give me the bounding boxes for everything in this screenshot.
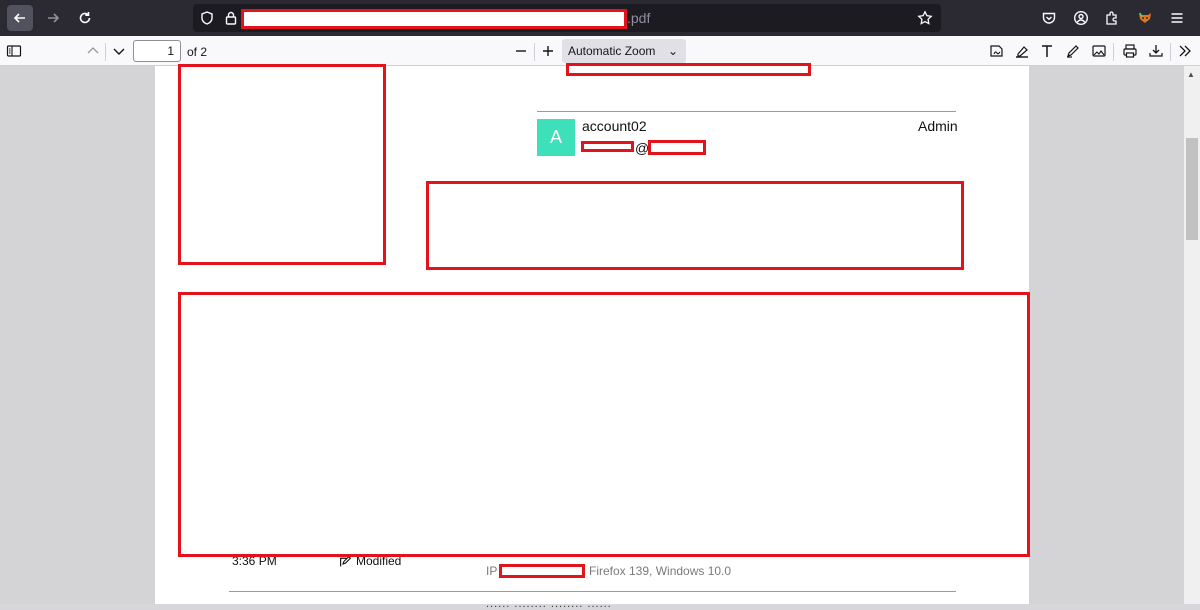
url-extension: .pdf bbox=[627, 10, 651, 26]
redacted-url bbox=[241, 9, 627, 29]
redacted-logo-block bbox=[178, 64, 386, 265]
redacted-ip-address bbox=[499, 564, 585, 578]
back-button[interactable] bbox=[7, 5, 33, 31]
page-number-input[interactable]: 1 bbox=[133, 40, 181, 62]
redacted-table-block bbox=[178, 292, 1030, 557]
account-role: Admin bbox=[918, 118, 958, 134]
fox-icon bbox=[1139, 12, 1151, 23]
reload-icon bbox=[79, 12, 91, 24]
add-text-button[interactable] bbox=[1038, 42, 1056, 60]
toolbar-divider bbox=[534, 43, 535, 61]
account-name: account02 bbox=[582, 118, 647, 134]
previous-page-button[interactable] bbox=[84, 42, 102, 60]
highlighter-icon bbox=[1016, 46, 1028, 58]
redacted-email-domain bbox=[648, 140, 706, 155]
sidebar-toggle-button[interactable] bbox=[5, 42, 23, 60]
double-chevron-right-icon bbox=[1179, 45, 1191, 57]
more-tools-button[interactable] bbox=[1176, 42, 1194, 60]
zoom-select[interactable]: Automatic Zoom ⌄ bbox=[562, 39, 686, 63]
shield-icon[interactable] bbox=[199, 10, 215, 26]
menu-button[interactable] bbox=[1164, 5, 1190, 31]
add-image-button[interactable] bbox=[1090, 42, 1108, 60]
redacted-header bbox=[566, 63, 811, 76]
bookmark-star-icon[interactable] bbox=[917, 10, 933, 26]
chevron-down-icon bbox=[113, 48, 125, 55]
plus-icon bbox=[543, 46, 553, 56]
sidebar-icon bbox=[6, 45, 22, 57]
toolbar-divider bbox=[1170, 43, 1171, 61]
text-icon bbox=[1042, 45, 1052, 57]
avatar: A bbox=[537, 119, 575, 156]
pocket-icon bbox=[1042, 12, 1056, 24]
extensions-button[interactable] bbox=[1099, 5, 1125, 31]
puzzle-icon bbox=[1106, 11, 1117, 25]
chevron-up-icon bbox=[87, 47, 99, 54]
print-button[interactable] bbox=[1121, 42, 1139, 60]
account-icon bbox=[1073, 10, 1089, 26]
url-bar[interactable]: .pdf bbox=[193, 4, 941, 32]
image-icon bbox=[1092, 45, 1106, 57]
zoom-in-button[interactable] bbox=[539, 42, 557, 60]
pocket-button[interactable] bbox=[1036, 5, 1062, 31]
scroll-up-arrow-icon[interactable]: ▲ bbox=[1187, 70, 1195, 79]
redacted-email-user bbox=[581, 141, 634, 152]
browser-info: Firefox 139, Windows 10.0 bbox=[589, 564, 732, 578]
toolbar-divider bbox=[105, 43, 106, 61]
forward-button[interactable] bbox=[40, 5, 66, 31]
minus-icon bbox=[516, 50, 526, 52]
account-button[interactable] bbox=[1068, 5, 1094, 31]
cut-off-text: ...... ........ ........ ...... bbox=[486, 598, 612, 610]
download-icon bbox=[1149, 45, 1163, 57]
save-button[interactable] bbox=[1147, 42, 1165, 60]
forward-arrow-icon bbox=[48, 13, 60, 23]
page-count: of 2 bbox=[187, 45, 208, 59]
ip-label: IP bbox=[486, 564, 498, 578]
signature-button[interactable] bbox=[988, 42, 1006, 60]
pdf-toolbar: 1 of 2 Automatic Zoom ⌄ bbox=[0, 36, 1200, 66]
pen-icon bbox=[1067, 45, 1079, 58]
zoom-label: Automatic Zoom bbox=[568, 44, 656, 58]
browser-nav-bar: .pdf bbox=[0, 0, 1200, 36]
hamburger-menu-icon bbox=[1171, 13, 1183, 23]
printer-icon bbox=[1123, 44, 1137, 58]
toolbar-divider bbox=[1113, 43, 1114, 61]
lock-icon[interactable] bbox=[223, 10, 239, 26]
next-page-button[interactable] bbox=[110, 42, 128, 60]
signature-icon bbox=[990, 45, 1003, 57]
fox-extension-button[interactable] bbox=[1132, 5, 1158, 31]
chevron-down-icon: ⌄ bbox=[667, 44, 678, 58]
reload-button[interactable] bbox=[72, 5, 98, 31]
zoom-out-button[interactable] bbox=[512, 42, 530, 60]
highlight-button[interactable] bbox=[1013, 42, 1031, 60]
back-arrow-icon bbox=[13, 13, 25, 23]
row-divider bbox=[229, 591, 956, 592]
section-divider bbox=[537, 111, 956, 112]
scrollbar-thumb[interactable] bbox=[1186, 138, 1198, 240]
draw-button[interactable] bbox=[1064, 42, 1082, 60]
redacted-details-block bbox=[426, 181, 964, 270]
